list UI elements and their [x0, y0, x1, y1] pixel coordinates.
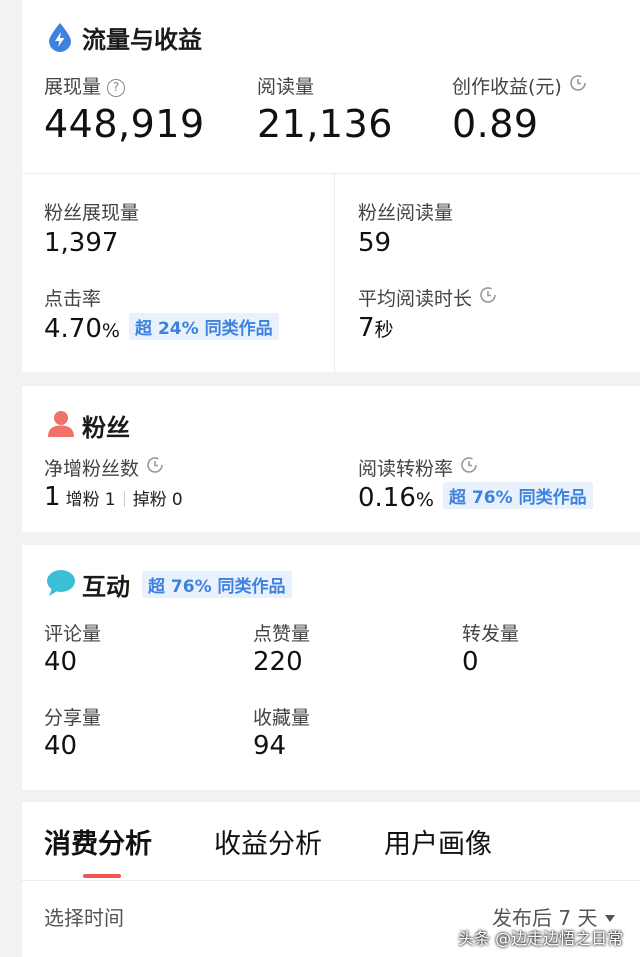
reposts-label: 转发量 [462, 623, 520, 645]
divider [123, 491, 125, 507]
earnings-value: 0.89 [452, 102, 539, 146]
tab-revenue-analysis[interactable]: 收益分析 [214, 822, 322, 861]
shares-value: 40 [44, 731, 78, 761]
lightning-drop-icon [49, 23, 71, 52]
interaction-card: 互动 超 76% 同类作品 评论量 40 点赞量 220 转发量 0 分享量 4… [22, 545, 640, 790]
earnings-label: 创作收益(元) [452, 72, 588, 99]
net-gain-value: 1 [44, 482, 61, 512]
gain-label: 增粉 [65, 490, 100, 510]
net-gain-row: 1 增粉 1 掉粉 0 [44, 482, 183, 512]
history-clock-icon[interactable] [145, 455, 165, 475]
caret-down-icon [604, 915, 615, 922]
avg-read-time-value: 7 [358, 313, 375, 343]
ctr-badge: 超 24% 同类作品 [129, 313, 279, 340]
shares-label: 分享量 [44, 707, 102, 729]
ctr-row: 4.70% 超 24% 同类作品 [44, 313, 279, 344]
watermark: 头条 @边走边悟之日常 [458, 929, 624, 948]
favorites-value: 94 [253, 731, 287, 761]
favorites-label: 收藏量 [253, 707, 311, 729]
fan-reads-value: 59 [358, 228, 392, 258]
impressions-label: 展现量 ? [44, 72, 126, 99]
fan-impressions-value: 1,397 [44, 228, 119, 258]
fans-card: 粉丝 净增粉丝数 1 增粉 1 掉粉 0 阅读转粉率 0.16% 超 76% 同… [22, 386, 640, 532]
reposts-value: 0 [462, 647, 479, 677]
help-icon[interactable]: ? [107, 79, 126, 97]
conversion-value: 0.16 [358, 483, 416, 513]
comments-value: 40 [44, 647, 78, 677]
avg-read-time-unit: 秒 [374, 319, 394, 341]
likes-label: 点赞量 [253, 623, 311, 645]
divider [22, 173, 640, 174]
reads-value: 21,136 [257, 102, 393, 146]
fan-reads-label: 粉丝阅读量 [358, 202, 454, 224]
ctr-label: 点击率 [44, 288, 102, 310]
history-clock-icon[interactable] [459, 455, 479, 475]
traffic-card: 流量与收益 展现量 ? 448,919 阅读量 21,136 创作收益(元) 0… [22, 0, 640, 372]
divider [334, 174, 335, 372]
active-tab-indicator [83, 874, 121, 878]
likes-value: 220 [253, 647, 303, 677]
fans-title: 粉丝 [82, 414, 130, 442]
lost-label: 掉粉 [132, 490, 167, 510]
traffic-title: 流量与收益 [82, 26, 202, 54]
net-gain-label: 净增粉丝数 [44, 454, 165, 481]
history-clock-icon[interactable] [478, 285, 498, 305]
avg-read-time-row: 7秒 [358, 313, 394, 343]
tab-user-profile[interactable]: 用户画像 [384, 822, 492, 861]
chat-bubble-icon [47, 570, 75, 596]
ctr-unit: % [101, 320, 120, 342]
tab-consumption-analysis[interactable]: 消费分析 [44, 822, 152, 861]
conversion-row: 0.16% 超 76% 同类作品 [358, 482, 593, 513]
interaction-title: 互动 [82, 573, 130, 601]
time-select-label: 选择时间 [44, 906, 124, 930]
conversion-unit: % [415, 489, 434, 511]
ctr-value: 4.70 [44, 314, 102, 344]
history-clock-icon[interactable] [568, 73, 588, 93]
comments-label: 评论量 [44, 623, 102, 645]
impressions-value: 448,919 [44, 102, 205, 146]
fan-impressions-label: 粉丝展现量 [44, 202, 140, 224]
gain-value: 1 [104, 490, 116, 510]
conversion-badge: 超 76% 同类作品 [443, 482, 593, 509]
avg-read-time-label: 平均阅读时长 [358, 284, 498, 311]
interaction-badge: 超 76% 同类作品 [142, 571, 292, 598]
user-icon [48, 411, 74, 437]
reads-label: 阅读量 [257, 76, 315, 98]
divider [22, 880, 640, 881]
lost-value: 0 [171, 490, 183, 510]
conversion-label: 阅读转粉率 [358, 454, 479, 481]
